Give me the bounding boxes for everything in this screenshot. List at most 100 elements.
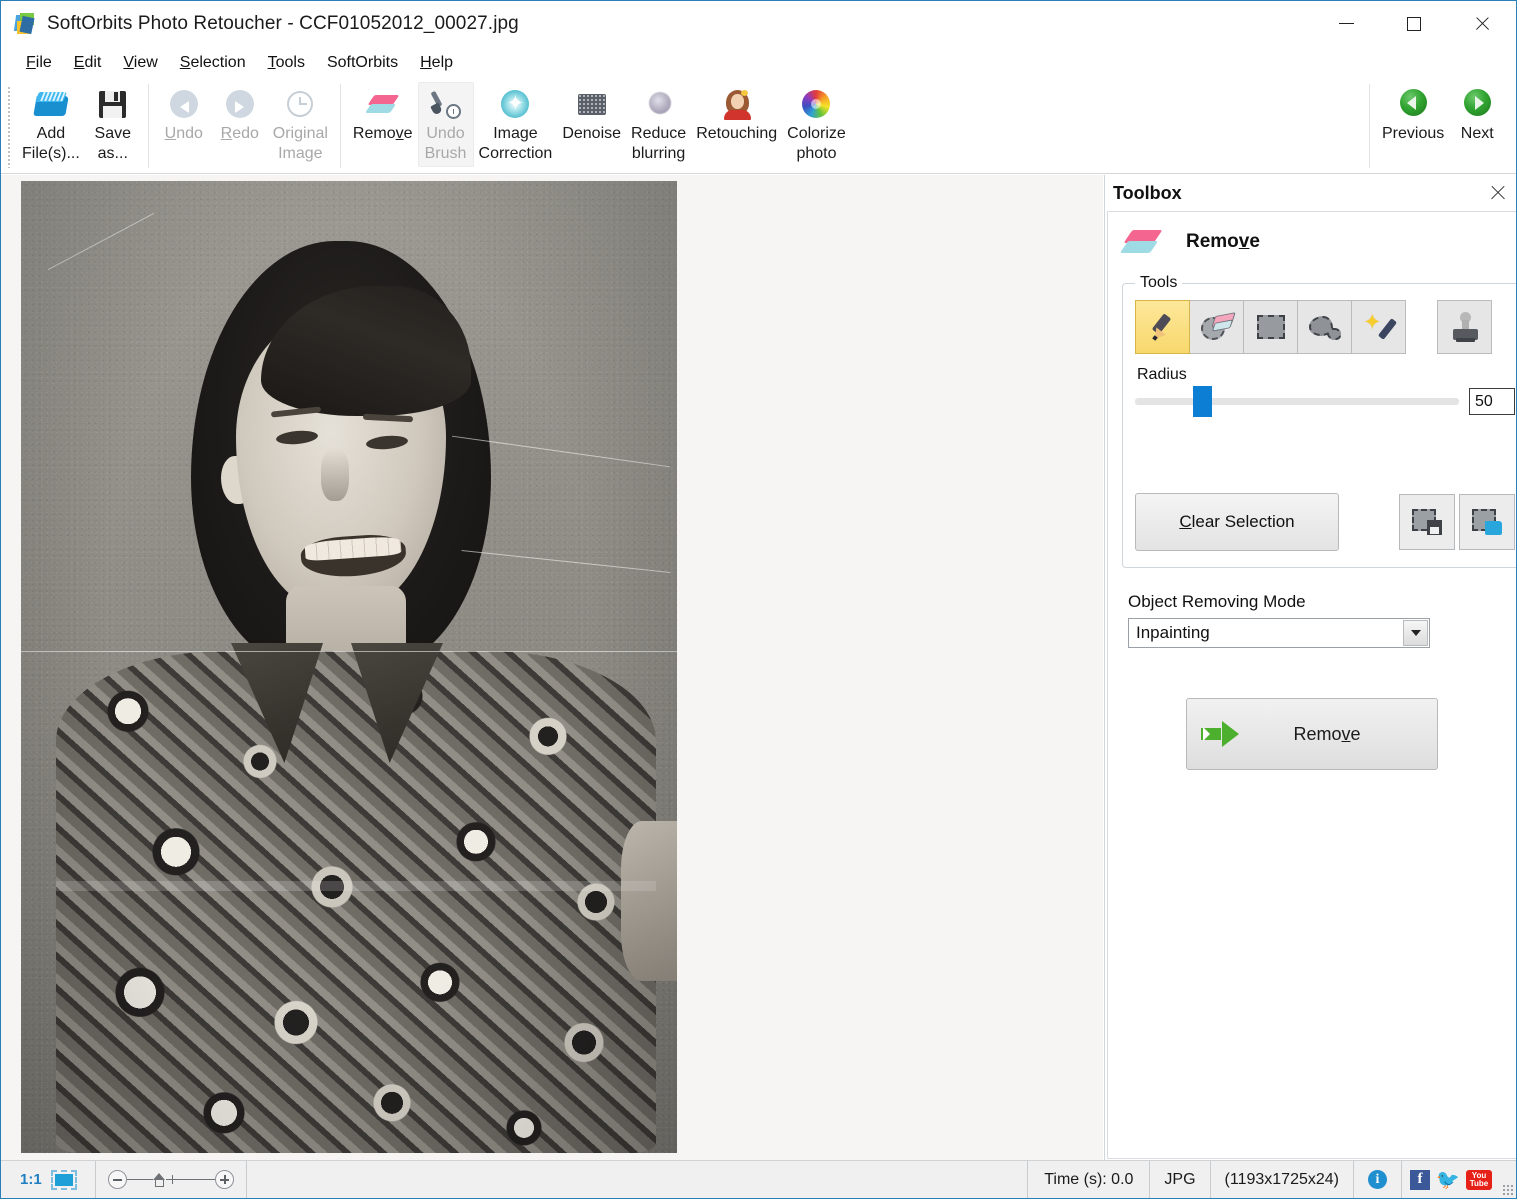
radius-slider-thumb[interactable] <box>1193 386 1212 417</box>
remove-action-label: Remove <box>1239 724 1415 745</box>
minimize-icon <box>1339 23 1354 24</box>
pencil-icon <box>1148 312 1178 342</box>
remove-tool-button[interactable]: Remove <box>348 82 418 147</box>
zoom-out-icon[interactable] <box>108 1170 127 1189</box>
photo-image[interactable] <box>21 181 677 1153</box>
tool-stamp-button[interactable] <box>1437 300 1492 354</box>
maximize-button[interactable] <box>1380 1 1448 46</box>
reduce-blurring-button[interactable]: Reduce blurring <box>626 82 691 167</box>
sparkle-star-icon <box>498 87 532 121</box>
image-correction-button[interactable]: Image Correction <box>474 82 558 167</box>
toolbar-nav-group: Previous Next <box>1369 82 1505 172</box>
denoise-label: Denoise <box>562 124 621 144</box>
info-icon[interactable]: i <box>1368 1170 1387 1189</box>
save-as-label: Save as... <box>95 124 131 164</box>
load-selection-icon <box>1472 509 1502 535</box>
fit-to-screen-icon[interactable] <box>51 1170 77 1190</box>
time-cell: Time (s): 0.0 <box>1027 1161 1150 1198</box>
brush-clock-icon <box>429 87 463 121</box>
blur-circle-icon <box>642 87 676 121</box>
save-selection-icon <box>1412 509 1442 535</box>
toolbar-drag-grip[interactable] <box>7 86 11 168</box>
zoom-controls-cell: 1:1 <box>1 1161 96 1198</box>
tools-group-legend: Tools <box>1135 274 1182 292</box>
facebook-icon[interactable]: f <box>1410 1170 1430 1190</box>
retouching-button[interactable]: Retouching <box>691 82 782 147</box>
image-canvas-area[interactable] <box>1 175 1103 1160</box>
object-removing-mode-select[interactable]: Inpainting <box>1128 618 1430 648</box>
remove-tool-label: Remove <box>353 124 413 144</box>
social-cell: f 🐦 YouTube <box>1402 1161 1500 1198</box>
object-removing-mode-value: Inpainting <box>1129 623 1210 643</box>
undo-brush-label: Undo Brush <box>425 124 467 164</box>
zoom-in-icon[interactable] <box>215 1170 234 1189</box>
close-icon <box>1474 16 1490 32</box>
toolbar-separator <box>1369 84 1370 168</box>
tool-pencil-button[interactable] <box>1135 300 1190 354</box>
previous-green-arrow-icon <box>1396 87 1430 121</box>
clear-selection-button[interactable]: Clear Selection <box>1135 493 1339 551</box>
colorize-photo-button[interactable]: Colorize photo <box>782 82 851 167</box>
redo-arrow-icon <box>223 87 257 121</box>
radius-input[interactable] <box>1469 388 1515 415</box>
next-green-arrow-icon <box>1460 87 1494 121</box>
add-files-button[interactable]: Add File(s)... <box>17 82 85 167</box>
undo-arrow-icon <box>167 87 201 121</box>
toolbar-separator <box>340 84 341 168</box>
menu-view[interactable]: View <box>112 52 168 74</box>
save-selection-button[interactable] <box>1399 494 1455 550</box>
original-image-button[interactable]: Original Image <box>268 82 333 167</box>
menu-bar: File Edit View Selection Tools SoftOrbit… <box>1 46 1516 80</box>
chevron-down-icon[interactable] <box>1403 620 1428 646</box>
next-image-button[interactable]: Next <box>1449 82 1505 147</box>
tool-magic-wand-button[interactable]: ✦ <box>1351 300 1406 354</box>
color-wheel-icon <box>799 87 833 121</box>
window-title: SoftOrbits Photo Retoucher - CCF01052012… <box>47 13 519 35</box>
zoom-1to1-button[interactable]: 1:1 <box>11 1171 51 1188</box>
denoise-button[interactable]: Denoise <box>557 82 626 147</box>
format-value: JPG <box>1164 1171 1195 1189</box>
window-controls <box>1312 1 1516 46</box>
previous-image-button[interactable]: Previous <box>1377 82 1449 147</box>
tool-rectangle-select-button[interactable] <box>1243 300 1298 354</box>
undo-brush-button[interactable]: Undo Brush <box>418 82 474 167</box>
next-label: Next <box>1461 124 1494 144</box>
redo-button[interactable]: Redo <box>212 82 268 147</box>
info-cell: i <box>1354 1161 1402 1198</box>
remove-action-button[interactable]: Remove <box>1186 698 1438 770</box>
tool-eraser-button[interactable] <box>1189 300 1244 354</box>
tool-lasso-button[interactable] <box>1297 300 1352 354</box>
minimize-button[interactable] <box>1312 1 1380 46</box>
menu-softorbits[interactable]: SoftOrbits <box>316 52 409 74</box>
close-button[interactable] <box>1448 1 1516 46</box>
format-cell: JPG <box>1150 1161 1210 1198</box>
toolbox-header: Toolbox <box>1105 175 1517 211</box>
menu-edit[interactable]: Edit <box>63 52 113 74</box>
load-selection-button[interactable] <box>1459 494 1515 550</box>
status-spacer <box>247 1161 1027 1198</box>
save-as-button[interactable]: Save as... <box>85 82 141 167</box>
clock-history-icon <box>283 87 317 121</box>
green-double-arrow-icon <box>1201 721 1239 747</box>
toolbox-close-button[interactable] <box>1489 184 1507 202</box>
radius-label: Radius <box>1137 366 1515 384</box>
zoom-home-icon[interactable] <box>153 1173 166 1187</box>
resize-grip-icon[interactable] <box>1500 1161 1516 1198</box>
toolbox-title: Toolbox <box>1113 183 1182 204</box>
menu-help[interactable]: Help <box>409 52 464 74</box>
image-correction-label: Image Correction <box>479 124 553 164</box>
original-image-label: Original Image <box>273 124 328 164</box>
youtube-icon[interactable]: YouTube <box>1466 1170 1492 1190</box>
time-value: Time (s): 0.0 <box>1044 1171 1133 1189</box>
maximize-icon <box>1407 17 1421 31</box>
dimensions-cell: (1193x1725x24) <box>1211 1161 1354 1198</box>
object-removing-mode-label: Object Removing Mode <box>1128 592 1516 612</box>
menu-tools[interactable]: Tools <box>257 52 316 74</box>
twitter-icon[interactable]: 🐦 <box>1437 1170 1459 1190</box>
radius-slider[interactable] <box>1135 398 1459 405</box>
menu-file[interactable]: File <box>15 52 63 74</box>
zoom-track-right <box>173 1179 215 1181</box>
previous-label: Previous <box>1382 124 1444 144</box>
menu-selection[interactable]: Selection <box>169 52 257 74</box>
undo-button[interactable]: Undo <box>156 82 212 147</box>
